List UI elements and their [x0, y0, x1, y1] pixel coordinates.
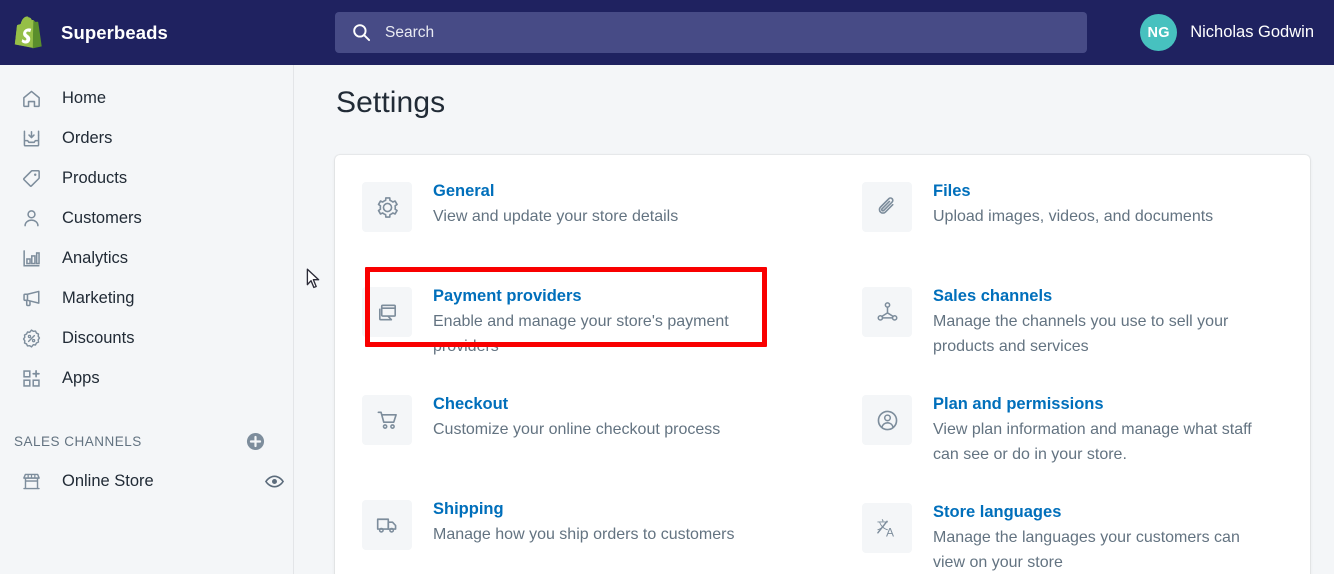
home-icon — [20, 87, 42, 109]
top-bar: Superbeads Search NG Nicholas Godwin — [0, 0, 1334, 65]
channels-network-icon — [862, 287, 912, 337]
settings-column-left: General View and update your store detai… — [335, 181, 822, 574]
setting-title[interactable]: Files — [933, 181, 971, 201]
setting-checkout[interactable]: Checkout Customize your online checkout … — [362, 394, 812, 459]
discount-percent-badge-icon — [20, 327, 42, 349]
search-input[interactable]: Search — [335, 12, 1087, 53]
avatar: NG — [1140, 14, 1178, 51]
setting-description: Enable and manage your store's payment p… — [433, 313, 729, 355]
plus-circle-icon[interactable] — [246, 432, 265, 451]
apps-grid-plus-icon — [20, 367, 42, 389]
translate-icon: 文 A — [862, 503, 912, 553]
analytics-bar-chart-icon — [20, 247, 42, 269]
setting-text: Payment providers Enable and manage your… — [433, 286, 763, 359]
setting-store-languages[interactable]: 文 A Store languages Manage the languages… — [862, 502, 1299, 574]
brand-area[interactable]: Superbeads — [0, 0, 295, 65]
setting-shipping[interactable]: Shipping Manage how you ship orders to c… — [362, 499, 812, 564]
setting-sales-channels[interactable]: Sales channels Manage the channels you u… — [862, 286, 1299, 359]
sidebar-item-label: Orders — [62, 128, 113, 147]
settings-card: General View and update your store detai… — [335, 155, 1310, 574]
sidebar-item-analytics[interactable]: Analytics — [6, 238, 285, 278]
setting-text: General View and update your store detai… — [433, 181, 678, 246]
settings-column-right: Files Upload images, videos, and documen… — [822, 181, 1309, 574]
setting-description: View plan information and manage what st… — [933, 421, 1252, 463]
setting-plan-and-permissions[interactable]: Plan and permissions View plan informati… — [862, 394, 1299, 467]
person-circle-icon — [862, 395, 912, 445]
sidebar-item-orders[interactable]: Orders — [6, 118, 285, 158]
setting-title[interactable]: Payment providers — [433, 286, 582, 306]
shopping-cart-icon — [362, 395, 412, 445]
sales-channels-header: SALES CHANNELS — [0, 421, 293, 461]
sidebar-item-home[interactable]: Home — [6, 78, 285, 118]
sidebar-item-label: Marketing — [62, 288, 135, 307]
setting-description: Manage the languages your customers can … — [933, 529, 1240, 571]
setting-description: View and update your store details — [433, 208, 679, 225]
setting-payment-providers[interactable]: Payment providers Enable and manage your… — [362, 286, 812, 359]
setting-text: Sales channels Manage the channels you u… — [933, 286, 1273, 359]
search-placeholder: Search — [385, 23, 435, 41]
sidebar-item-marketing[interactable]: Marketing — [6, 278, 285, 318]
sidebar-item-apps[interactable]: Apps — [6, 358, 285, 398]
setting-title[interactable]: General — [433, 181, 494, 201]
sidebar-item-label: Apps — [62, 368, 100, 387]
marketing-megaphone-icon — [20, 287, 42, 309]
setting-text: Plan and permissions View plan informati… — [933, 394, 1273, 467]
sales-channels-title: SALES CHANNELS — [14, 433, 142, 449]
setting-description: Upload images, videos, and documents — [933, 208, 1214, 225]
search-icon — [353, 24, 371, 42]
brand-name: Superbeads — [61, 21, 168, 43]
sidebar-item-online-store[interactable]: Online Store — [6, 461, 285, 501]
setting-files[interactable]: Files Upload images, videos, and documen… — [862, 181, 1299, 246]
sidebar-item-label: Customers — [62, 208, 142, 227]
sidebar-item-customers[interactable]: Customers — [6, 198, 285, 238]
setting-description: Manage how you ship orders to customers — [433, 526, 735, 543]
setting-title[interactable]: Checkout — [433, 394, 508, 414]
user-menu[interactable]: NG Nicholas Godwin — [1140, 0, 1314, 65]
user-name: Nicholas Godwin — [1190, 23, 1314, 41]
search-area: Search — [335, 12, 1087, 53]
sidebar-item-discounts[interactable]: Discounts — [6, 318, 285, 358]
page-title: Settings — [336, 86, 446, 119]
sidebar-item-label: Online Store — [62, 471, 154, 490]
setting-title[interactable]: Sales channels — [933, 286, 1052, 306]
payment-card-icon — [362, 287, 412, 337]
sidebar-item-label: Analytics — [62, 248, 129, 267]
svg-text:A: A — [886, 525, 894, 539]
setting-description: Manage the channels you use to sell your… — [933, 313, 1229, 355]
setting-text: Checkout Customize your online checkout … — [433, 394, 720, 459]
setting-description: Customize your online checkout process — [433, 421, 721, 438]
setting-text: Files Upload images, videos, and documen… — [933, 181, 1213, 246]
orders-inbox-icon — [20, 127, 42, 149]
sidebar-item-label: Discounts — [62, 328, 135, 347]
setting-text: Shipping Manage how you ship orders to c… — [433, 499, 734, 564]
settings-grid: General View and update your store detai… — [335, 181, 1310, 574]
setting-text: Store languages Manage the languages you… — [933, 502, 1273, 574]
setting-title[interactable]: Plan and permissions — [933, 394, 1104, 414]
product-tag-icon — [20, 167, 42, 189]
setting-general[interactable]: General View and update your store detai… — [362, 181, 812, 246]
setting-title[interactable]: Shipping — [433, 499, 504, 519]
main-content: Settings General View and update your st… — [295, 65, 1334, 574]
shopify-bag-icon — [14, 16, 42, 48]
gear-icon — [362, 182, 412, 232]
sidebar-item-label: Products — [62, 168, 128, 187]
sidebar-item-label: Home — [62, 88, 107, 107]
customer-person-icon — [20, 207, 42, 229]
sidebar-item-products[interactable]: Products — [6, 158, 285, 198]
eye-icon[interactable] — [264, 471, 285, 492]
setting-title[interactable]: Store languages — [933, 502, 1061, 522]
paperclip-icon — [862, 182, 912, 232]
delivery-truck-icon — [362, 500, 412, 550]
storefront-icon — [20, 470, 42, 492]
sidebar: Home Orders Products Customers Analytics… — [0, 65, 294, 574]
